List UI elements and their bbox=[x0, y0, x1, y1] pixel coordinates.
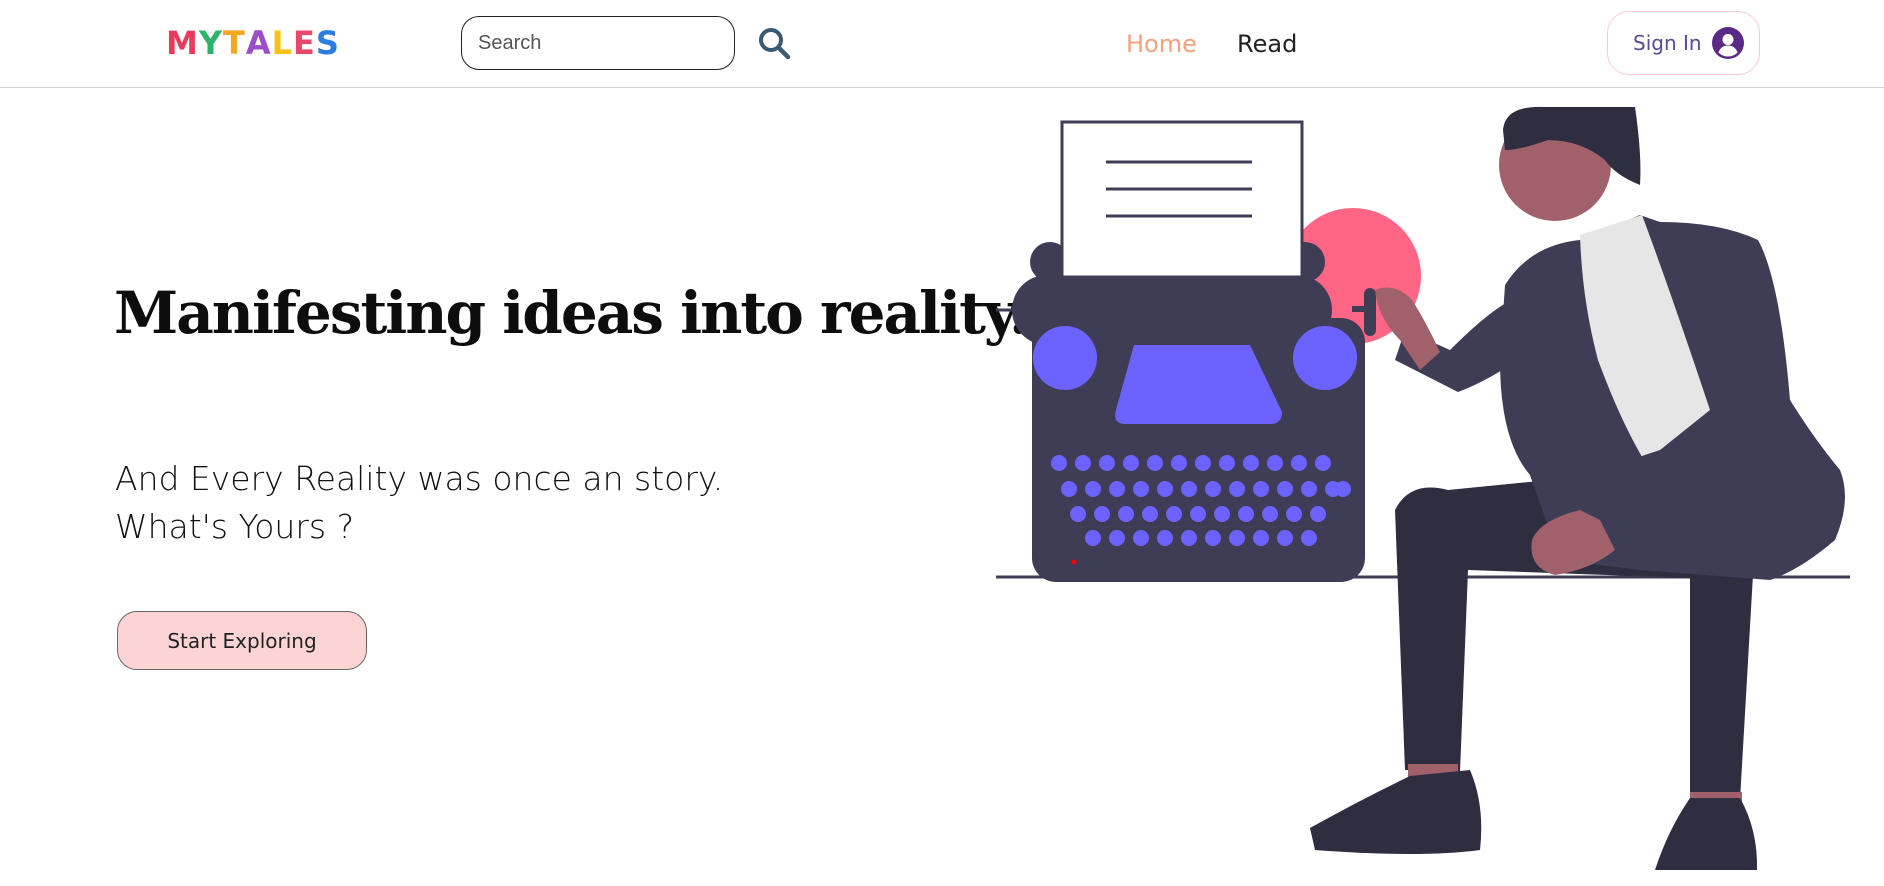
navbar: MYTALES Home Read Sign In bbox=[0, 0, 1884, 88]
tagline-line-1: And Every Reality was once an story. bbox=[115, 459, 724, 498]
start-exploring-button[interactable]: Start Exploring bbox=[117, 611, 367, 670]
sign-in-label: Sign In bbox=[1633, 31, 1702, 55]
paper-sheet bbox=[1060, 120, 1304, 279]
logo-letter: L bbox=[271, 24, 293, 62]
search-input[interactable] bbox=[461, 16, 735, 70]
search-button[interactable] bbox=[756, 25, 792, 61]
hero-headline: Manifesting ideas into reality. bbox=[114, 279, 1029, 347]
logo-letter: E bbox=[293, 24, 316, 62]
logo-letter: Y bbox=[198, 24, 224, 62]
nav-link-home[interactable]: Home bbox=[1126, 24, 1197, 64]
logo-letter: M bbox=[166, 24, 199, 62]
hero-tagline: And Every Reality was once an story. Wha… bbox=[115, 455, 723, 551]
typewriter-illustration bbox=[996, 106, 1850, 870]
logo-letter: A bbox=[245, 24, 272, 62]
mytales-logo[interactable]: MYTALES bbox=[166, 26, 340, 60]
logo-letter: S bbox=[315, 24, 340, 62]
nav-link-read[interactable]: Read bbox=[1237, 24, 1297, 64]
search-icon bbox=[759, 28, 791, 60]
tagline-line-2: What's Yours ? bbox=[115, 507, 355, 546]
logo-letter: T bbox=[223, 24, 246, 62]
sign-in-button[interactable]: Sign In bbox=[1607, 11, 1760, 75]
user-circle-icon bbox=[1711, 27, 1744, 59]
